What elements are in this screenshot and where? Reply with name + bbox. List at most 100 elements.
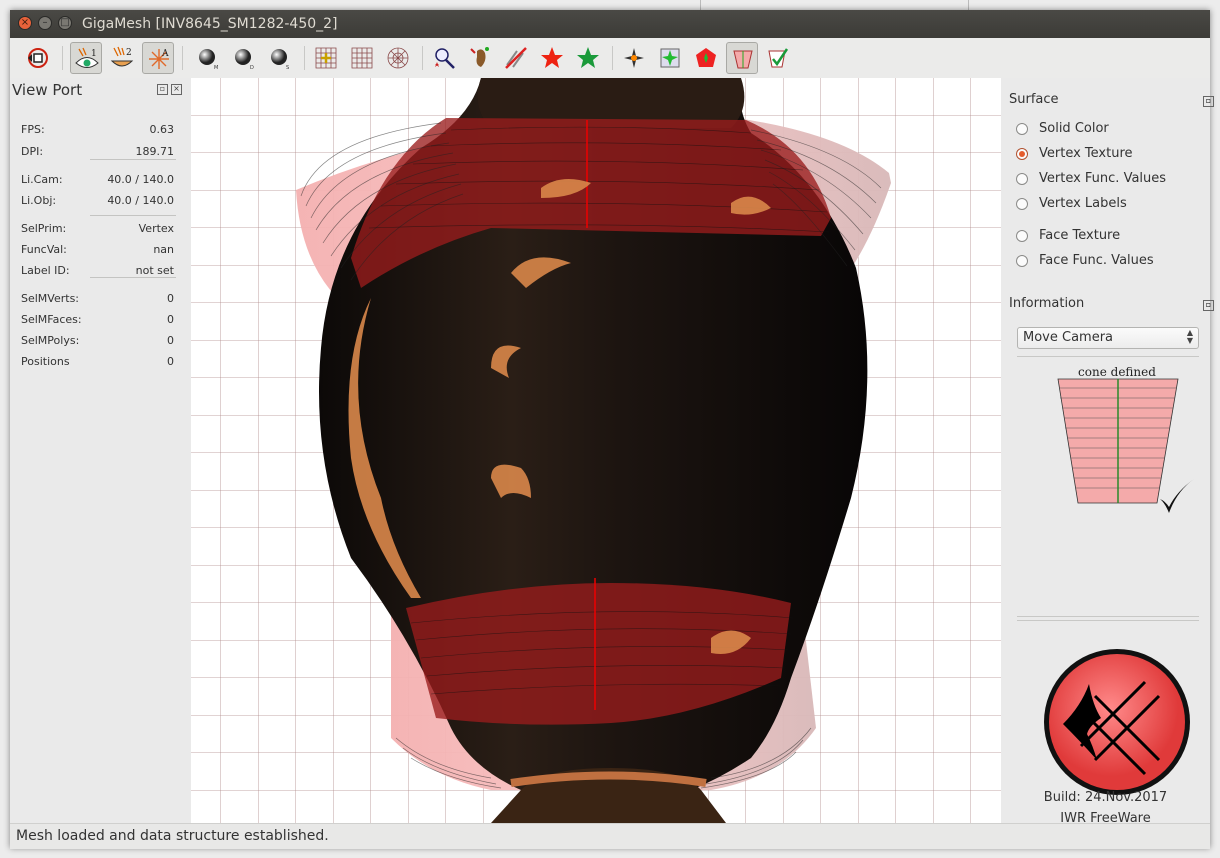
info-row: Li.Cam: 40.0 / 140.0 [21,173,174,193]
sphere-d-icon[interactable]: D [228,42,260,74]
surface-option-label: Face Func. Values [1039,253,1154,268]
info-value: 0 [167,334,174,347]
info-label: SelMFaces: [21,313,82,326]
info-value: 40.0 / 140.0 [107,194,174,207]
checkmark-icon[interactable] [762,42,794,74]
maximize-window-button[interactable]: □ [58,16,72,30]
status-bar: Mesh loaded and data structure establish… [10,823,1210,849]
status-message: Mesh loaded and data structure establish… [16,828,329,844]
float-icon[interactable]: ▫ [157,84,168,95]
info-label: FuncVal: [21,243,67,256]
light2-bowl-icon[interactable]: 2 [106,42,138,74]
red-splash-icon[interactable] [690,42,722,74]
surface-option-label: Vertex Labels [1039,196,1127,211]
info-row: Li.Obj: 40.0 / 140.0 [21,194,174,214]
surface-option-label: Vertex Func. Values [1039,171,1167,186]
info-value: 40.0 / 140.0 [107,173,174,186]
rotate-view-icon[interactable] [22,42,54,74]
info-value: 0.63 [149,123,175,136]
info-label: Li.Cam: [21,173,63,186]
surface-float-icon[interactable]: ▫ [1203,96,1214,107]
toolbar: 1 2 A M D S [10,38,1210,79]
surface-option-label: Vertex Texture [1039,146,1133,161]
light1-label: 1 [91,49,97,59]
panel-dock-controls: ▫ × [154,84,182,95]
mode-select-value: Move Camera [1023,330,1114,345]
info-label: FPS: [21,123,45,136]
info-value: 0 [167,292,174,305]
title-bar: × – □ GigaMesh [INV8645_SM1282-450_2] [10,10,1210,38]
info-row: Positions 0 [21,355,174,375]
green-star-icon[interactable] [572,42,604,74]
info-label: Li.Obj: [21,194,57,207]
info-value: Vertex [138,222,174,235]
info-row: SelPrim: Vertex [21,222,174,242]
info-row: SelMFaces: 0 [21,313,174,333]
spark-icon[interactable] [618,42,650,74]
select-star-icon[interactable] [428,42,460,74]
info-row: SelMPolys: 0 [21,334,174,354]
radio-indicator[interactable] [1016,148,1028,160]
viewport-panel-title: View Port [12,81,83,99]
sphere-s-letter: S [286,65,289,71]
cone-defined-label: cone defined [1078,365,1156,379]
info-label: Positions [21,355,70,368]
sphere-m-icon[interactable]: M [192,42,224,74]
light2-label: 2 [126,48,132,58]
close-icon[interactable]: × [171,84,182,95]
radio-indicator[interactable] [1016,230,1028,242]
info-row: Label ID: not set [21,264,174,284]
info-label: Label ID: [21,264,70,277]
mode-select[interactable]: Move Camera ▲ ▼ [1017,327,1199,349]
info-value: 189.71 [135,145,175,158]
window-title: GigaMesh [INV8645_SM1282-450_2] [82,16,338,32]
right-dock-panel: Surface ▫ Solid Color Vertex Texture Verte… [1001,78,1214,826]
info-value: nan [153,243,174,256]
select-arrows-icon: ▲ ▼ [1186,328,1193,345]
gigamesh-logo [1044,649,1190,795]
red-star-icon[interactable] [536,42,568,74]
information-section-title: Information [1009,296,1085,311]
info-row: DPI: 189.71 [21,145,174,165]
sphere-m-letter: M [214,65,218,71]
surface-option-label: Solid Color [1039,121,1109,136]
info-label: SelMPolys: [21,334,80,347]
info-value: 0 [167,355,174,368]
cone-check-icon [1160,479,1194,513]
info-label: SelPrim: [21,222,67,235]
3d-viewport[interactable] [191,78,1001,823]
info-label: DPI: [21,145,44,158]
radio-indicator[interactable] [1016,123,1028,135]
close-window-button[interactable]: × [18,16,32,30]
green-splash-icon[interactable] [654,42,686,74]
row-separator [90,277,176,278]
information-float-icon[interactable]: ▫ [1203,300,1214,311]
radio-indicator[interactable] [1016,198,1028,210]
sphere-d-letter: D [250,65,254,71]
surface-option-label: Face Texture [1039,228,1121,243]
info-row: SelMVerts: 0 [21,292,174,312]
sphere-s-icon[interactable]: S [264,42,296,74]
build-label: Build: 24.Nov.2017 [1043,790,1168,805]
cone-diagram: cone defined [1057,365,1194,513]
row-separator [90,215,176,216]
minimize-window-button[interactable]: – [38,16,52,30]
cone-icon[interactable] [726,42,758,74]
light1-eye-icon[interactable]: 1 [70,42,102,74]
ambient-label: A [161,49,169,59]
viewport-info-panel: View Port ▫ × FPS: 0.63 DPI: 189.71 Li.Cam: 40… [10,78,191,823]
mesh-wand-icon[interactable] [464,42,496,74]
polar-grid-icon[interactable] [382,42,414,74]
no-select-icon[interactable] [500,42,532,74]
info-label: SelMVerts: [21,292,80,305]
gigamesh-window: × – □ GigaMesh [INV8645_SM1282-450_2] 1 … [10,10,1214,849]
info-value: 0 [167,313,174,326]
info-row: FPS: 0.63 [21,123,174,143]
grid-icon[interactable] [346,42,378,74]
row-separator [90,159,176,160]
ambient-light-icon[interactable]: A [142,42,174,74]
radio-indicator[interactable] [1016,173,1028,185]
grid-cross-icon[interactable] [310,42,342,74]
vase-render [191,78,1001,823]
radio-indicator[interactable] [1016,255,1028,267]
